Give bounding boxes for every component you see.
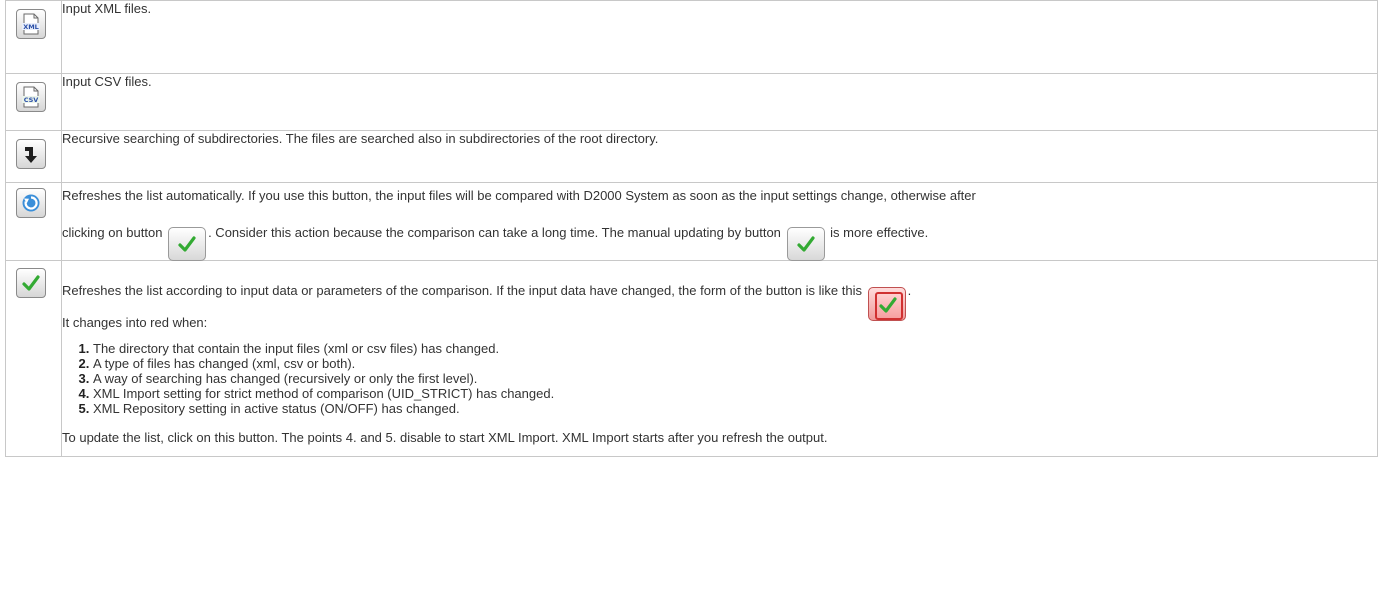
red-intro: It changes into red when: xyxy=(62,315,208,330)
table-row: Recursive searching of subdirectories. T… xyxy=(5,130,1378,183)
icon-cell xyxy=(5,130,62,183)
row-description: Recursive searching of subdirectories. T… xyxy=(61,130,1378,183)
list-item: XML Import setting for strict method of … xyxy=(93,386,1377,401)
csv-file-icon: CSV xyxy=(22,86,40,108)
icon-cell xyxy=(5,260,62,457)
table-row: Refreshes the list according to input da… xyxy=(5,260,1378,457)
table-row: XML Input XML files. xyxy=(5,0,1378,74)
recursive-arrow-icon xyxy=(25,147,37,163)
table-row: CSV Input CSV files. xyxy=(5,73,1378,131)
icon-cell: CSV xyxy=(5,73,62,131)
xml-description: Input XML files. xyxy=(62,1,152,16)
refresh-footer: To update the list, click on this button… xyxy=(62,430,828,445)
list-item: A type of files has changed (xml, csv or… xyxy=(93,356,1377,371)
svg-text:CSV: CSV xyxy=(24,96,39,104)
row-description: Refreshes the list automatically. If you… xyxy=(61,182,1378,261)
refresh-description: Refreshes the list according to input da… xyxy=(62,261,1377,321)
csv-file-button[interactable]: CSV xyxy=(16,82,46,112)
svg-text:XML: XML xyxy=(23,23,39,31)
refresh-button-inline[interactable] xyxy=(786,227,825,261)
recursive-search-button[interactable] xyxy=(16,139,46,169)
button-description-table: XML Input XML files. CSV Input CSV files… xyxy=(5,0,1378,457)
refresh-auto-icon xyxy=(22,194,40,212)
green-check-icon xyxy=(178,236,196,252)
icon-cell xyxy=(5,182,62,261)
green-check-icon xyxy=(22,275,40,291)
list-item: The directory that contain the input fil… xyxy=(93,341,1377,356)
list-item: A way of searching has changed (recursiv… xyxy=(93,371,1377,386)
green-check-icon xyxy=(878,297,897,313)
table-row: Refreshes the list automatically. If you… xyxy=(5,182,1378,261)
list-item: XML Repository setting in active status … xyxy=(93,401,1377,416)
auto-refresh-description: Refreshes the list automatically. If you… xyxy=(62,187,1377,261)
red-check-frame xyxy=(874,292,903,320)
refresh-button[interactable] xyxy=(16,268,46,298)
red-conditions-list: The directory that contain the input fil… xyxy=(62,341,1377,416)
icon-cell: XML xyxy=(5,0,62,74)
green-check-icon xyxy=(796,236,815,252)
row-description: Input XML files. xyxy=(61,0,1378,74)
row-description: Refreshes the list according to input da… xyxy=(61,260,1378,457)
refresh-button-inline[interactable] xyxy=(168,227,207,261)
csv-description: Input CSV files. xyxy=(62,74,152,89)
recursive-description: Recursive searching of subdirectories. T… xyxy=(62,131,659,146)
row-description: Input CSV files. xyxy=(61,73,1378,131)
red-refresh-button-inline[interactable] xyxy=(867,287,906,321)
auto-refresh-button[interactable] xyxy=(16,188,46,218)
xml-file-icon: XML xyxy=(22,13,40,35)
xml-file-button[interactable]: XML xyxy=(16,9,46,39)
